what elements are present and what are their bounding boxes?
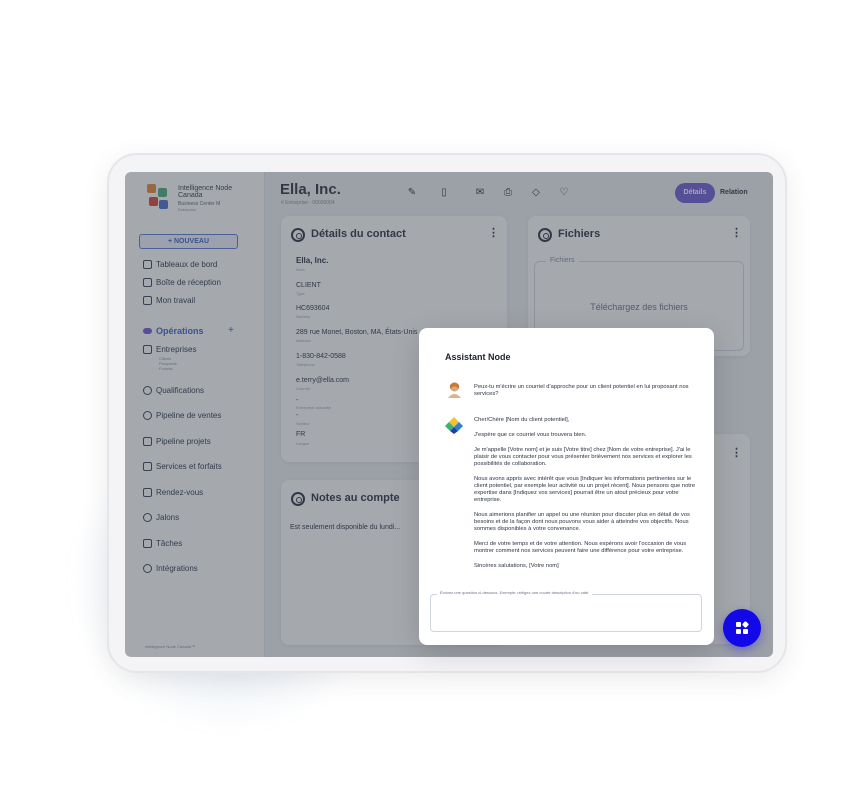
assistant-logo-icon: [445, 417, 463, 434]
message-paragraph: Sincères salutations, [Votre nom]: [474, 563, 559, 569]
user-avatar: [448, 382, 461, 398]
apps-icon: [736, 622, 741, 627]
assistant-modal: Assistant Node Peux-tu m'écrire un courr…: [419, 328, 714, 645]
user-message: Peux-tu m'écrire un courriel d'approche …: [474, 384, 689, 397]
message-paragraph: Je m'appelle [Votre nom] et je suis [Vot…: [474, 447, 692, 467]
question-input[interactable]: [430, 594, 702, 632]
message-paragraph: Cher/Chère [Nom du client potentiel],: [474, 417, 570, 423]
assistant-fab-button[interactable]: [723, 609, 761, 647]
assistant-message: Cher/Chère [Nom du client potentiel], J'…: [474, 417, 698, 578]
apps-icon-part: [741, 620, 750, 629]
apps-icon-part: [736, 629, 741, 634]
apps-icon-part: [743, 629, 748, 634]
question-input-label: Écrivez une question ci-dessous. Exemple…: [437, 590, 593, 595]
message-paragraph: J'espère que ce courriel vous trouvera b…: [474, 432, 587, 438]
message-paragraph: Nous avons appris avec intérêt que vous …: [474, 476, 696, 503]
message-paragraph: Nous aimerions planifier un appel ou une…: [474, 512, 690, 532]
modal-title: Assistant Node: [445, 352, 511, 362]
message-paragraph: Merci de votre temps et de votre attenti…: [474, 541, 687, 554]
